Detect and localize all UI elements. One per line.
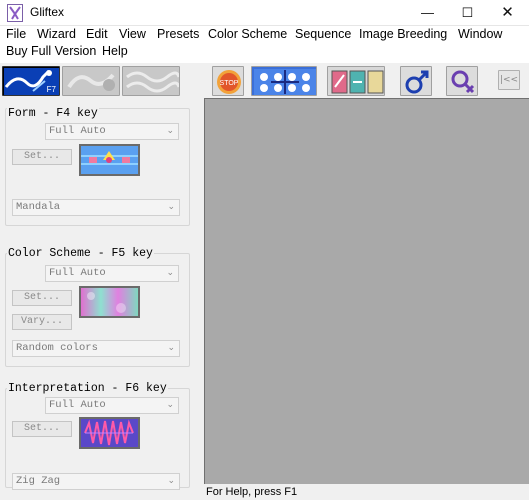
color-scheme-preview-image	[81, 288, 138, 316]
left-control-panel: Form - F4 key Full Auto ⌄ Set... Mandala…	[0, 98, 200, 490]
window-title: Gliftex	[30, 5, 65, 19]
interpretation-group-title: Interpretation - F6 key	[7, 382, 168, 395]
form-group-title: Form - F4 key	[7, 107, 99, 120]
menu-sequence[interactable]: Sequence	[295, 27, 351, 41]
menu-window[interactable]: Window	[458, 27, 502, 41]
chevron-down-icon: ⌄	[166, 126, 174, 136]
chevron-down-icon: ⌄	[167, 476, 175, 486]
interpretation-tool-icon	[126, 71, 179, 93]
chevron-down-icon: ⌄	[167, 343, 175, 353]
form-mode-select[interactable]: Full Auto ⌄	[45, 123, 179, 140]
interpretation-preset-value: Zig Zag	[16, 475, 61, 487]
zigzag-preview-image	[81, 419, 138, 447]
male-symbol-icon	[405, 70, 429, 94]
chevron-down-icon: ⌄	[167, 202, 175, 212]
menu-bar: File Wizard Edit View Presets Color Sche…	[0, 26, 529, 62]
form-preview-thumbnail[interactable]	[79, 144, 140, 176]
menu-edit[interactable]: Edit	[86, 27, 108, 41]
menu-color-scheme[interactable]: Color Scheme	[208, 27, 287, 41]
glyph-tool-button[interactable]	[62, 66, 120, 96]
pattern-grid-button[interactable]	[251, 66, 317, 96]
title-bar: Gliftex — ☐ ✕	[0, 0, 529, 26]
male-parent-button[interactable]	[400, 66, 432, 96]
chevron-down-icon: ⌄	[166, 268, 174, 278]
toolbar: F7 STOP |<<	[0, 62, 529, 98]
maximize-button[interactable]: ☐	[450, 0, 485, 26]
form-mode-value: Full Auto	[49, 125, 106, 137]
gliftex-app-icon[interactable]	[7, 4, 23, 22]
color-scheme-mode-select[interactable]: Full Auto ⌄	[45, 265, 179, 282]
color-scheme-preset-select[interactable]: Random colors ⌄	[12, 340, 180, 357]
menu-image-breeding[interactable]: Image Breeding	[359, 27, 447, 41]
minimize-button[interactable]: —	[410, 0, 445, 26]
stop-button[interactable]: STOP	[212, 66, 244, 96]
female-symbol-icon	[451, 70, 475, 94]
interpretation-set-button[interactable]: Set...	[12, 421, 72, 437]
pattern-grid-icon	[254, 69, 316, 95]
female-parent-button[interactable]	[446, 66, 478, 96]
color-scheme-preview-thumbnail[interactable]	[79, 286, 140, 318]
stop-label: STOP	[220, 80, 239, 87]
status-text: For Help, press F1	[206, 486, 298, 498]
color-scheme-vary-button[interactable]: Vary...	[12, 314, 72, 330]
form-preset-value: Mandala	[16, 201, 61, 213]
interpretation-mode-value: Full Auto	[49, 399, 106, 411]
glyph-tool-icon	[67, 73, 115, 91]
image-canvas[interactable]	[204, 98, 529, 484]
form-set-button[interactable]: Set...	[12, 149, 72, 165]
form-tool-button[interactable]: F7	[2, 66, 60, 96]
interpretation-preset-select[interactable]: Zig Zag ⌄	[12, 473, 180, 490]
mandala-preview-image	[81, 146, 138, 174]
color-scheme-mode-value: Full Auto	[49, 267, 106, 279]
menu-view[interactable]: View	[119, 27, 146, 41]
chevron-down-icon: ⌄	[166, 400, 174, 410]
form-key-hint: F7	[46, 85, 56, 94]
menu-file[interactable]: File	[6, 27, 26, 41]
menu-help[interactable]: Help	[102, 44, 128, 58]
close-button[interactable]: ✕	[490, 0, 525, 26]
image-breeding-icon	[331, 70, 384, 94]
menu-presets[interactable]: Presets	[157, 27, 199, 41]
form-preset-select[interactable]: Mandala ⌄	[12, 199, 180, 216]
color-scheme-group-title: Color Scheme - F5 key	[7, 247, 154, 260]
interpretation-preview-thumbnail[interactable]	[79, 417, 140, 449]
stop-icon: STOP	[217, 70, 241, 94]
color-scheme-set-button[interactable]: Set...	[12, 290, 72, 306]
menu-buy-full-version[interactable]: Buy Full Version	[6, 44, 96, 58]
color-scheme-preset-value: Random colors	[16, 342, 98, 354]
interpretation-tool-button[interactable]	[122, 66, 180, 96]
status-bar: For Help, press F1	[200, 485, 529, 500]
menu-wizard[interactable]: Wizard	[37, 27, 76, 41]
image-breeding-button[interactable]	[327, 66, 385, 96]
collapse-panel-button[interactable]: |<<	[498, 70, 520, 90]
interpretation-mode-select[interactable]: Full Auto ⌄	[45, 397, 179, 414]
